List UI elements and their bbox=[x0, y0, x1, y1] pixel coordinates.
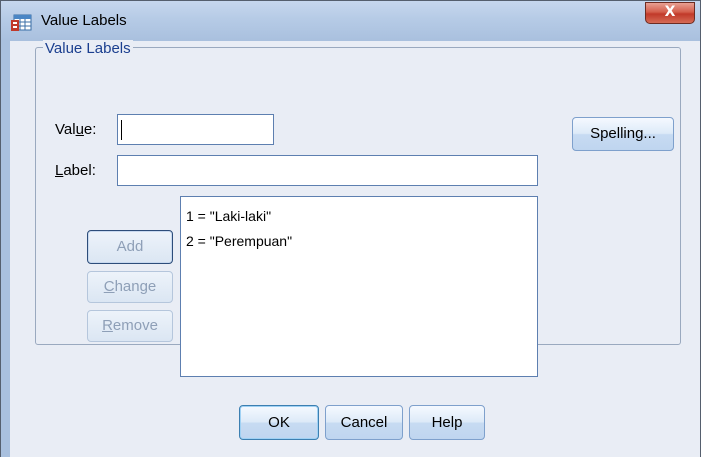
ok-button-label: OK bbox=[268, 414, 290, 431]
value-labels-dialog: Value Labels X Value Labels Value: Label… bbox=[0, 0, 701, 457]
text-caret bbox=[121, 120, 122, 140]
add-button-label: Add bbox=[116, 238, 144, 255]
change-button-label: hange bbox=[114, 278, 157, 295]
cancel-button-label: Cancel bbox=[340, 414, 388, 431]
label-label-text: abel: bbox=[63, 162, 96, 179]
remove-button[interactable]: Remove bbox=[87, 310, 173, 342]
spelling-button[interactable]: Spelling... bbox=[572, 117, 674, 151]
ok-button[interactable]: OK bbox=[239, 405, 319, 440]
help-button-label: Help bbox=[431, 414, 463, 431]
window-left-border bbox=[1, 41, 10, 457]
list-item[interactable]: 1 = "Laki-laki" bbox=[186, 205, 532, 230]
group-legend: Value Labels bbox=[43, 40, 133, 57]
remove-button-label: emove bbox=[112, 317, 158, 334]
value-field-label: Value: bbox=[55, 121, 96, 138]
cancel-button[interactable]: Cancel bbox=[325, 405, 403, 440]
window-title: Value Labels bbox=[41, 12, 127, 29]
list-item[interactable]: 2 = "Perempuan" bbox=[186, 230, 532, 255]
label-field-label: Label: bbox=[55, 162, 96, 179]
spelling-button-label: Spelling... bbox=[590, 125, 656, 142]
spss-app-icon bbox=[11, 14, 32, 31]
value-label-suffix: e: bbox=[83, 121, 97, 138]
value-input[interactable] bbox=[117, 114, 274, 145]
value-label-text: Val bbox=[55, 121, 76, 138]
title-bar[interactable]: Value Labels X bbox=[1, 1, 700, 41]
close-button[interactable]: X bbox=[645, 2, 695, 24]
remove-button-mnemonic: R bbox=[102, 317, 113, 334]
change-button-mnemonic: C bbox=[103, 278, 115, 295]
label-input[interactable] bbox=[117, 155, 538, 186]
value-labels-list[interactable]: 1 = "Laki-laki" 2 = "Perempuan" bbox=[180, 196, 538, 377]
close-icon: X bbox=[664, 4, 676, 20]
help-button[interactable]: Help bbox=[409, 405, 485, 440]
change-button[interactable]: Change bbox=[87, 271, 173, 303]
value-label-mnemonic: u bbox=[75, 121, 84, 138]
add-button[interactable]: Add bbox=[87, 230, 173, 264]
